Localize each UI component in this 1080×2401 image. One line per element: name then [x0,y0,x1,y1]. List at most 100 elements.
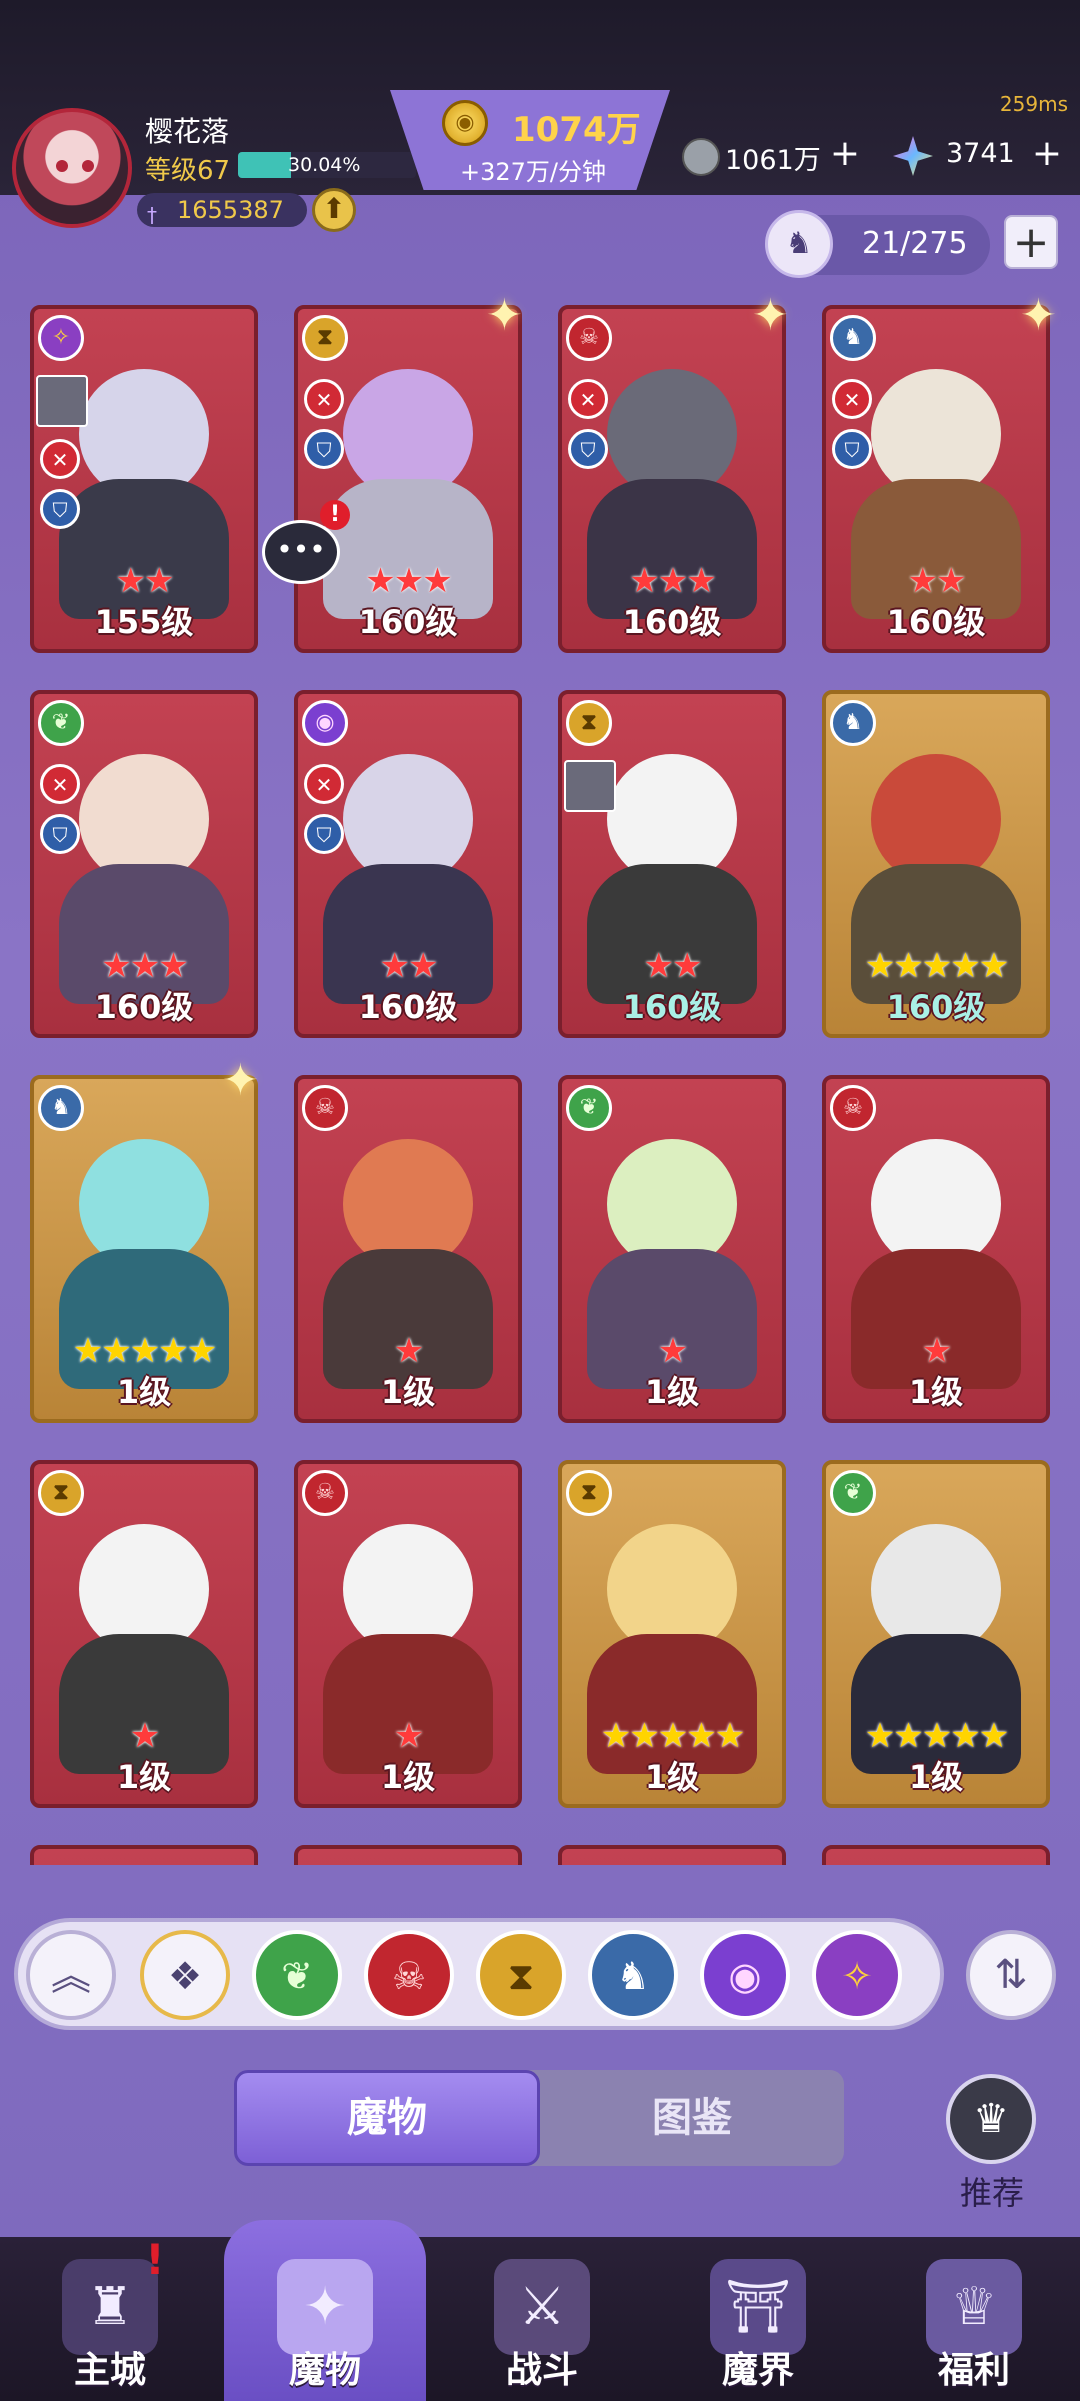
nav-rewards[interactable]: ♕ 福利 [884,2237,1064,2401]
monster-card[interactable]: ❦ ✕ ⛉ ★★★ 160级 [30,690,258,1038]
monster-card[interactable]: ♞ ★★★★★ 160级 [822,690,1050,1038]
silver-coin-icon [682,138,720,176]
chat-bubble-icon[interactable]: ••• [262,520,340,584]
sand-icon: ⧗ [566,1470,612,1516]
nav-monsters[interactable]: ✦ 魔物 [235,2237,415,2401]
nav-label: 福利 [937,2350,1010,2391]
dragon-faction-icon[interactable]: ♞ [588,1930,678,2020]
monster-card[interactable]: ☠ ★ 1级 [294,1460,522,1808]
player-avatar[interactable] [12,108,132,228]
expand-storage-button[interactable]: + [1004,215,1058,269]
demon-icon: ☠ [302,1470,348,1516]
monster-card[interactable]: ❦ ★ 1级 [558,1075,786,1423]
sand-faction-icon[interactable]: ⧗ [476,1930,566,2020]
recommend-icon[interactable]: ♛ [946,2074,1036,2164]
monster-card[interactable]: ♞ ★★★★★ 1级 [30,1075,258,1423]
monster-card[interactable]: ♞ ✕ ⛉ ★★ 160级 [822,305,1050,653]
attack-icon: ✕ [568,379,608,419]
combat-power-value: 1655387 [177,196,284,224]
monster-card-partial[interactable] [558,1845,786,1865]
monster-level: 1级 [380,1373,436,1411]
star-rating: ★ [129,1716,160,1756]
monster-level: 1级 [116,1758,172,1796]
dragon-icon: ♞ [38,1085,84,1131]
shield-icon: ⛉ [304,429,344,469]
xp-percent: 30.04% [288,154,361,176]
power-upgrade-arrow-icon[interactable]: ⬆ [312,188,356,232]
demon-icon: ☠ [302,1085,348,1131]
monster-level: 1级 [644,1758,700,1796]
monster-card[interactable]: ☠ ★ 1级 [294,1075,522,1423]
monster-card[interactable]: ☠ ★ 1级 [822,1075,1050,1423]
star-rating: ★★★ [629,561,716,601]
sand-icon: ⧗ [38,1470,84,1516]
star-rating: ★★ [907,561,967,601]
monster-card[interactable]: ⧗ ★ 1级 [30,1460,258,1808]
star-rating: ★★ [115,561,175,601]
nav-demon-realm[interactable]: ⛩ 魔界 [668,2237,848,2401]
gold-rate: +327万/分钟 [460,158,607,186]
nav-battle[interactable]: ⚔ 战斗 [452,2237,632,2401]
nav-label: 主城 [73,2350,146,2391]
recommend-label[interactable]: 推荐 [950,2168,1034,2214]
nav-alert-icon: ! [145,2235,165,2284]
xp-progress-fill [238,152,292,178]
player-level: 等级67 [145,156,231,186]
monster-card[interactable]: ☠ ✕ ⛉ ★★★ 160级 [558,305,786,653]
gold-value: 1074万 [512,110,641,150]
shield-icon: ⛉ [832,429,872,469]
leaf-faction-icon[interactable]: ❦ [252,1930,342,2020]
star-rating: ★★★★★ [72,1331,217,1371]
monster-card[interactable]: ⧗ ✕ ⛉ ★★★ 160级 [294,305,522,653]
tab-codex[interactable]: 图鉴 [540,2070,844,2166]
eye-faction-icon[interactable]: ◉ [700,1930,790,2020]
shield-icon: ⛉ [40,489,80,529]
attack-icon: ✕ [832,379,872,419]
star-rating: ★ [921,1331,952,1371]
attack-icon: ✕ [304,764,344,804]
star-rating: ★★★ [101,946,188,986]
collapse-icon[interactable]: ︽ [26,1930,116,2020]
avatar-eye [56,160,68,172]
monster-card[interactable]: ◉ ✕ ⛉ ★★ 160级 [294,690,522,1038]
rune-icon: ✧ [38,315,84,361]
avatar-eye [82,160,94,172]
sparkle-icon: ✦ [1020,290,1057,341]
monster-storage-icon: ♞ [765,210,833,278]
all-factions-icon[interactable]: ❖ [140,1930,230,2020]
demon-icon: ☠ [566,315,612,361]
player-name: 樱花落 [145,115,230,148]
attack-icon: ✕ [40,439,80,479]
monster-level: 160级 [886,988,986,1026]
monster-card[interactable]: ✧ ✕ ⛉ ★★ 155级 [30,305,258,653]
shield-icon: ⛉ [40,814,80,854]
sword-icon: † [147,203,157,227]
nav-label: 魔物 [288,2350,361,2391]
star-rating: ★★★★★ [864,946,1009,986]
sort-icon[interactable]: ⇅ [966,1930,1056,2020]
sand-icon: ⧗ [566,700,612,746]
silver-add-button[interactable]: + [826,136,864,174]
monster-card-partial[interactable] [822,1845,1050,1865]
tab-monsters[interactable]: 魔物 [234,2070,540,2166]
star-rating: ★ [657,1331,688,1371]
shield-icon: ⛉ [568,429,608,469]
monster-card[interactable]: ❦ ★★★★★ 1级 [822,1460,1050,1808]
monster-level: 1级 [380,1758,436,1796]
dragon-icon: ♞ [830,700,876,746]
demon-faction-icon[interactable]: ☠ [364,1930,454,2020]
nav-label: 魔界 [721,2350,794,2391]
dragon-icon: ♞ [830,315,876,361]
star-rating: ★★★★★ [600,1716,745,1756]
monster-level: 1级 [116,1373,172,1411]
monster-card[interactable]: ⧗ ★★★★★ 1级 [558,1460,786,1808]
monster-level: 1级 [908,1373,964,1411]
crystal-add-button[interactable]: + [1028,136,1066,174]
monster-card-partial[interactable] [294,1845,522,1865]
nav-main-city[interactable]: ♜ 主城 [20,2237,200,2401]
rune-faction-icon[interactable]: ✧ [812,1930,902,2020]
monster-level: 160级 [358,603,458,641]
monster-level: 1级 [908,1758,964,1796]
monster-card-partial[interactable] [30,1845,258,1865]
monster-card[interactable]: ⧗ ★★ 160级 [558,690,786,1038]
